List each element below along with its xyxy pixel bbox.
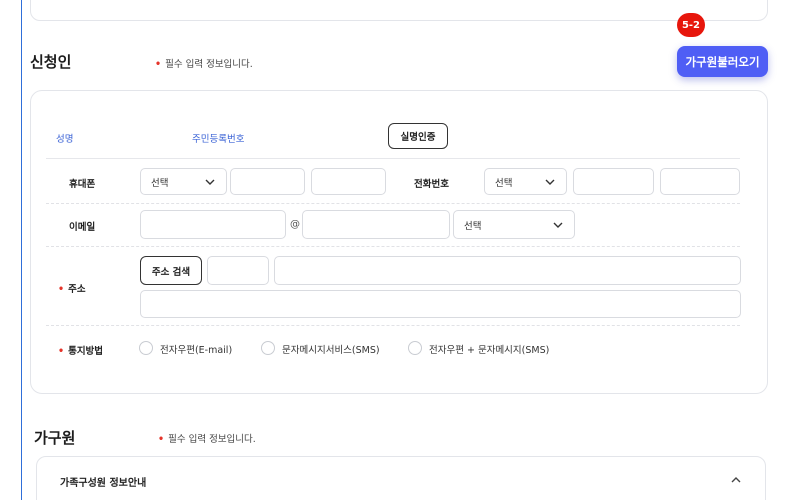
notify-both-label[interactable]: 전자우편 + 문자메시지(SMS) bbox=[429, 342, 549, 356]
email-at-sign: @ bbox=[290, 219, 300, 230]
family-required-note: • 필수 입력 정보입니다. bbox=[158, 431, 256, 445]
resident-number-label: 주민등록번호 bbox=[192, 134, 245, 145]
phone-prefix-value: 선택 bbox=[495, 177, 513, 189]
previous-section-card bbox=[30, 0, 768, 21]
phone-last-input[interactable] bbox=[660, 168, 740, 195]
page-frame-border bbox=[21, 0, 22, 500]
email-domain-select[interactable]: 선택 bbox=[453, 210, 575, 239]
notify-both-radio[interactable] bbox=[408, 341, 422, 355]
email-domain-select-value: 선택 bbox=[464, 220, 482, 232]
notify-email-radio[interactable] bbox=[139, 341, 153, 355]
family-section-title: 가구원 bbox=[34, 429, 76, 447]
zipcode-input[interactable] bbox=[207, 256, 269, 285]
required-dot: • bbox=[58, 346, 65, 357]
required-dot: • bbox=[158, 434, 165, 445]
address-label: • 주소 bbox=[58, 281, 86, 295]
email-id-input[interactable] bbox=[140, 210, 286, 239]
phone-prefix-select[interactable]: 선택 bbox=[484, 168, 567, 195]
mobile-middle-input[interactable] bbox=[230, 168, 305, 195]
chevron-up-icon[interactable] bbox=[729, 474, 743, 486]
address-input[interactable] bbox=[274, 256, 741, 285]
required-dot: • bbox=[155, 59, 162, 70]
mobile-last-input[interactable] bbox=[311, 168, 386, 195]
divider bbox=[46, 246, 740, 247]
address-label-text: 주소 bbox=[68, 284, 86, 295]
notify-sms-label[interactable]: 문자메시지서비스(SMS) bbox=[282, 342, 380, 356]
phone-middle-input[interactable] bbox=[573, 168, 654, 195]
mobile-label: 휴대폰 bbox=[69, 179, 96, 190]
chevron-down-icon bbox=[205, 179, 215, 185]
chevron-down-icon bbox=[553, 222, 563, 228]
address-detail-input[interactable] bbox=[140, 290, 741, 318]
email-domain-input[interactable] bbox=[302, 210, 450, 239]
mobile-prefix-select[interactable]: 선택 bbox=[140, 168, 227, 195]
load-family-members-button[interactable]: 가구원불러오기 bbox=[677, 46, 768, 77]
name-label: 성명 bbox=[56, 134, 74, 145]
family-info-title: 가족구성원 정보안내 bbox=[60, 478, 147, 489]
divider bbox=[46, 158, 740, 159]
real-name-verify-button[interactable]: 실명인증 bbox=[388, 123, 448, 149]
address-search-button[interactable]: 주소 검색 bbox=[140, 256, 202, 285]
email-label: 이메일 bbox=[69, 222, 96, 233]
phone-label: 전화번호 bbox=[414, 179, 449, 190]
applicant-required-note: • 필수 입력 정보입니다. bbox=[155, 56, 253, 70]
divider bbox=[46, 325, 740, 326]
chevron-down-icon bbox=[545, 179, 555, 185]
notify-method-label: • 통지방법 bbox=[58, 343, 103, 357]
notify-sms-radio[interactable] bbox=[261, 341, 275, 355]
required-note-text: 필수 입력 정보입니다. bbox=[165, 59, 253, 70]
notify-email-label[interactable]: 전자우편(E-mail) bbox=[160, 342, 232, 356]
divider bbox=[46, 203, 740, 204]
notify-method-label-text: 통지방법 bbox=[68, 346, 104, 357]
step-badge: 5-2 bbox=[677, 13, 705, 37]
mobile-prefix-value: 선택 bbox=[151, 177, 169, 189]
required-dot: • bbox=[58, 284, 65, 295]
applicant-section-title: 신청인 bbox=[30, 53, 72, 71]
required-note-text: 필수 입력 정보입니다. bbox=[168, 434, 256, 445]
